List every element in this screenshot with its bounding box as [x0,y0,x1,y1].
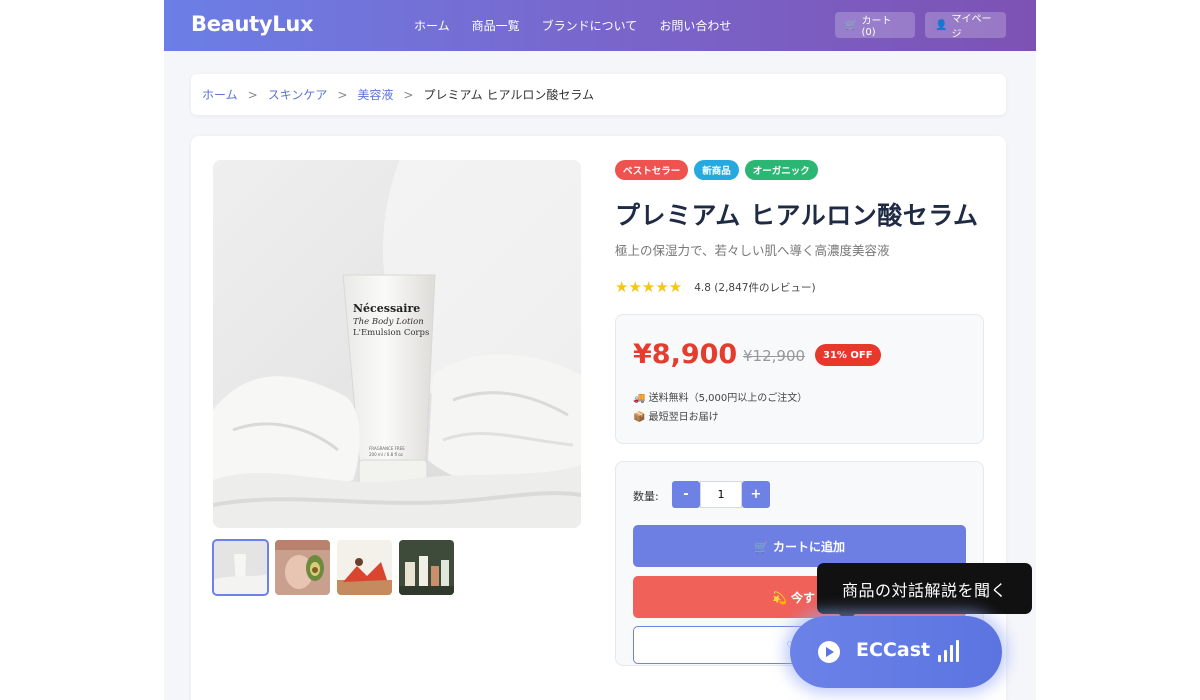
price-box: ¥8,900 ¥12,900 31% OFF 🚚 送料無料（5,000円以上のご… [615,314,984,444]
truck-icon: 🚚 [633,393,646,404]
product-rating[interactable]: ★★★★★ 4.8 (2,847件のレビュー) [615,278,816,296]
product-subtitle: 極上の保湿力で、若々しい肌へ導く高濃度美容液 [615,243,890,258]
quantity-increase-button[interactable]: + [742,481,770,508]
thumbnail-3[interactable] [337,540,392,595]
nav-products[interactable]: 商品一覧 [472,17,520,34]
quantity-input[interactable]: 1 [700,481,742,508]
user-icon: 👤 [935,19,948,31]
tube-line2: L'Emulsion Corps [353,328,429,338]
price: ¥8,900 [633,339,738,370]
tube-line1: The Body Lotion [353,317,424,327]
shipping-text: 送料無料（5,000円以上のご注文） [648,393,808,404]
rating-text: 4.8 (2,847件のレビュー) [694,281,816,294]
discount-badge: 31% OFF [815,344,881,366]
eccast-label: ECCast [856,639,931,661]
thumbnail-1[interactable] [212,539,269,596]
main-nav: ホーム 商品一覧 ブランドについて お問い合わせ [414,17,731,34]
screen: BeautyLux ホーム 商品一覧 ブランドについて お問い合わせ 🛒 カート… [0,0,1200,700]
shipping-info: 🚚 送料無料（5,000円以上のご注文） 📦 最短翌日お届け [633,389,807,427]
site-header: BeautyLux ホーム 商品一覧 ブランドについて お問い合わせ 🛒 カート… [164,0,1036,51]
cart-label: カート (0) [861,16,892,38]
box-icon: 📦 [633,412,646,423]
tube-small1: FRAGRANCE FREE [369,446,405,451]
cart-icon: 🛒 [845,19,858,31]
nav-home[interactable]: ホーム [414,17,450,34]
breadcrumb-home[interactable]: ホーム [202,86,238,103]
quantity-label: 数量: [633,490,659,503]
breadcrumb-separator: > [247,87,258,102]
nav-contact[interactable]: お問い合わせ [659,17,731,34]
badge-new: 新商品 [694,160,739,180]
tube-brand: Nécessaire [353,302,420,315]
tube-small2: 200 ml / 6.8 fl oz [369,452,403,457]
breadcrumb-separator: > [337,87,348,102]
eccast-button[interactable]: ECCast [790,616,1002,688]
product-title: プレミアム ヒアルロン酸セラム [615,201,979,230]
breadcrumb: ホーム > スキンケア > 美容液 > プレミアム ヒアルロン酸セラム [191,74,1006,115]
signal-bars-icon [938,640,959,662]
quantity-stepper: - 1 + [672,481,770,508]
main-product-image[interactable]: Nécessaire The Body Lotion L'Emulsion Co… [213,160,581,528]
play-icon [818,641,840,663]
badge-organic: オーガニック [744,160,818,180]
product-badges: ベストセラー 新商品 オーガニック [615,160,818,180]
mypage-button[interactable]: 👤 マイページ [925,12,1006,40]
rating-stars: ★★★★★ [615,278,683,296]
thumbnail-4[interactable] [399,540,454,595]
mypage-label: マイページ [951,14,992,40]
breadcrumb-serum[interactable]: 美容液 [357,86,393,103]
badge-bestseller: ベストセラー [615,160,689,180]
original-price: ¥12,900 [743,347,806,365]
quantity-decrease-button[interactable]: - [672,481,700,508]
breadcrumb-skincare[interactable]: スキンケア [268,86,328,103]
breadcrumb-separator: > [403,87,414,102]
eccast-tooltip: 商品の対話解説を聞く [817,563,1032,614]
nav-about-brand[interactable]: ブランドについて [542,17,638,34]
breadcrumb-current: プレミアム ヒアルロン酸セラム [423,88,594,102]
add-to-cart-button[interactable]: 🛒 カートに追加 [633,525,966,567]
logo[interactable]: BeautyLux [191,12,314,36]
cart-button[interactable]: 🛒 カート (0) [835,12,915,38]
thumbnail-2[interactable] [275,540,330,595]
delivery-text: 最短翌日お届け [648,412,719,423]
thumbnail-list [212,539,454,596]
